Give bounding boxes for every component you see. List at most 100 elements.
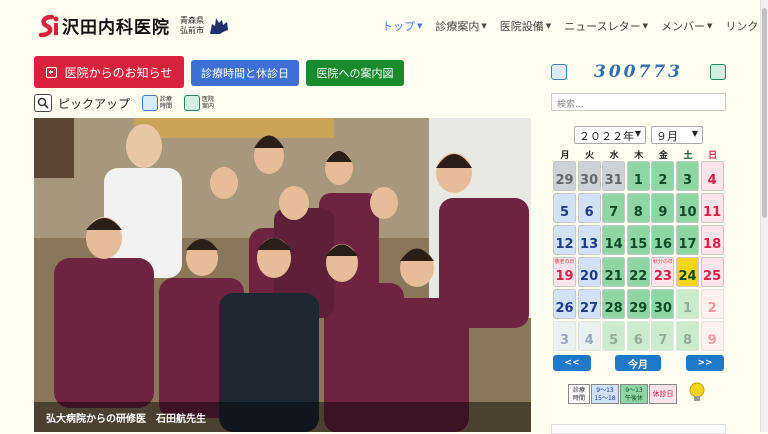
counter-right-icon [709, 64, 726, 80]
holiday-label: 秋分の日 [652, 259, 673, 265]
calendar-day[interactable]: 30 [577, 161, 601, 191]
calendar-day[interactable]: 5 [553, 193, 576, 223]
calendar-day[interactable]: 6 [577, 193, 601, 223]
pickup-hours-link[interactable]: 診療 時間 [142, 95, 172, 111]
calendar-day[interactable]: 4 [700, 161, 724, 191]
calendar-day[interactable]: 13 [577, 225, 601, 255]
calendar-day[interactable]: 18 [700, 225, 724, 255]
month-select-value: ９月 [656, 130, 678, 143]
calendar-day[interactable]: 8 [676, 321, 699, 351]
plus-icon [45, 66, 57, 78]
calendar-day-number: 29 [629, 301, 648, 316]
calendar-day[interactable]: 5 [602, 321, 626, 351]
clock-icon [142, 95, 159, 111]
calendar-day[interactable]: 20 [577, 257, 601, 287]
calendar-day[interactable]: 9 [700, 321, 724, 351]
hours-button[interactable]: 診療時間と休診日 [191, 60, 299, 86]
nav-item-top[interactable]: トップ ▼ [382, 18, 422, 34]
calendar-day[interactable]: 22 [626, 257, 650, 287]
calendar-day[interactable]: 2 [651, 161, 675, 191]
calendar-day[interactable]: 敬老の日 19 [553, 257, 576, 287]
calendar-day-number: 1 [633, 173, 643, 188]
calendar-day[interactable]: 27 [577, 289, 601, 319]
calendar-day[interactable]: 24 [676, 257, 699, 287]
hero-photo[interactable]: 弘大病院からの研修医 石田航先生 [34, 118, 531, 432]
calendar-day[interactable]: 31 [602, 161, 626, 191]
nav-item-newsletter[interactable]: ニュースレター ▼ [564, 18, 648, 34]
calendar-day[interactable]: 16 [651, 225, 675, 255]
calendar-day[interactable]: 21 [602, 257, 626, 287]
calendar-day-number: 21 [604, 269, 623, 284]
calendar-day-number: 14 [604, 237, 623, 252]
nav-item-members[interactable]: メンバー ▼ [661, 18, 712, 34]
calendar-day[interactable]: 30 [651, 289, 675, 319]
current-month-button[interactable]: 今月 [615, 355, 661, 371]
logo-region: 青森県 弘前市 [180, 16, 204, 36]
chevron-down-icon: ▼ [691, 129, 698, 138]
calendar-day[interactable]: 7 [651, 321, 675, 351]
lightbulb-icon[interactable] [688, 382, 706, 404]
staff-group-photo [34, 118, 531, 432]
logo-name: 沢田内科医院 [62, 18, 170, 38]
calendar-day[interactable]: 秋分の日 23 [651, 257, 675, 287]
pickup-guide-l2: 案内 [202, 103, 215, 110]
calendar-day-number: 6 [633, 333, 643, 348]
calendar-day[interactable]: 17 [676, 225, 699, 255]
calendar-day-number: 30 [653, 301, 672, 316]
pickup-guide-link[interactable]: 医院 案内 [184, 95, 214, 111]
search-input[interactable]: 検索... [551, 93, 726, 111]
page-scrollbar[interactable] [760, 0, 768, 432]
scrollbar-thumb[interactable] [762, 8, 767, 218]
holiday-label: 敬老の日 [554, 259, 575, 265]
calendar-day-number: 3 [682, 173, 693, 188]
weekday-label: 土 [683, 151, 693, 161]
weekday-label: 月 [560, 151, 570, 161]
calendar-day-number: 20 [580, 269, 599, 284]
calendar-day[interactable]: 25 [700, 257, 724, 287]
month-select[interactable]: ９月 ▼ [651, 126, 703, 144]
pickup-bar: ピックアップ 診療 時間 医院 案内 [34, 93, 214, 113]
nav-item-facilities[interactable]: 医院設備 ▼ [500, 18, 551, 34]
calendar-day[interactable]: 7 [602, 193, 626, 223]
chevron-down-icon: ▼ [634, 129, 641, 138]
prev-month-button[interactable]: << [553, 355, 591, 371]
pickup-hours-l2: 時間 [160, 103, 173, 110]
nav-item-clinic-info[interactable]: 診療案内 ▼ [435, 18, 486, 34]
region-prefecture: 青森県 [180, 15, 204, 25]
calendar-day[interactable]: 6 [626, 321, 650, 351]
year-select[interactable]: ２０２２年 ▼ [574, 126, 646, 144]
calendar-day[interactable]: 15 [626, 225, 650, 255]
photo-caption: 弘大病院からの研修医 石田航先生 [34, 402, 531, 432]
calendar-day[interactable]: 1 [626, 161, 650, 191]
calendar-day[interactable]: 2 [700, 289, 724, 319]
calendar-day[interactable]: 1 [676, 289, 699, 319]
next-month-button[interactable]: >> [686, 355, 724, 371]
calendar-day[interactable]: 14 [602, 225, 626, 255]
calendar-day[interactable]: 11 [700, 193, 724, 223]
calendar-day[interactable]: 10 [676, 193, 699, 223]
calendar-day[interactable]: 29 [626, 289, 650, 319]
legend-closed: 休診日 [649, 384, 677, 404]
counter-value: 300773 [594, 62, 683, 82]
calendar-day[interactable]: 3 [676, 161, 699, 191]
calendar-day-number: 2 [707, 301, 717, 316]
legend-full-day: 9～13 15～18 [591, 384, 619, 404]
site-logo[interactable]: 沢田内科医院 青森県 弘前市 [38, 13, 230, 38]
news-button[interactable]: 医院からのお知らせ [34, 56, 184, 88]
calendar-day-number: 15 [629, 237, 648, 252]
calendar-legend: 診療 時間 9～13 15～18 9～13 午後休 休診日 [568, 384, 677, 404]
calendar-day[interactable]: 4 [577, 321, 601, 351]
logo-mark-icon [38, 14, 60, 38]
calendar-day-number: 24 [678, 269, 697, 284]
calendar-day-number: 8 [682, 333, 693, 348]
calendar-day[interactable]: 26 [553, 289, 576, 319]
calendar-day[interactable]: 3 [553, 321, 576, 351]
calendar-day[interactable]: 29 [553, 161, 576, 191]
access-map-button[interactable]: 医院への案内図 [306, 60, 404, 86]
calendar-day[interactable]: 8 [626, 193, 650, 223]
nav-item-links[interactable]: リンク [725, 18, 758, 34]
calendar-day[interactable]: 12 [553, 225, 576, 255]
calendar-day[interactable]: 28 [602, 289, 626, 319]
calendar-day[interactable]: 9 [651, 193, 675, 223]
chevron-down-icon: ▼ [707, 22, 713, 30]
